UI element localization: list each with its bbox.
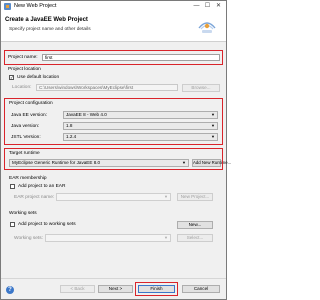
ear-project-name-label: EAR project name: [14,195,55,200]
ear-new-project-button[interactable]: New Project... [177,193,213,201]
finish-button[interactable]: Finish [138,285,175,293]
working-sets-select-button[interactable]: Select... [177,234,213,242]
help-icon[interactable]: ? [6,286,14,294]
add-to-working-sets-label: Add project to working sets [18,222,76,227]
chevron-down-icon: ▼ [211,123,215,128]
working-sets-select[interactable]: ▼ [45,234,171,242]
ear-membership-title: EAR membership [9,176,47,181]
wizard-header: Create a JavaEE Web Project Specify proj… [1,12,226,42]
java-version-select[interactable]: 1.8 ▼ [63,122,218,130]
next-button[interactable]: Next > [98,285,133,293]
working-sets-label: Working sets: [14,236,43,241]
cancel-button[interactable]: Cancel [182,285,220,293]
working-sets-new-button[interactable]: New... [177,221,213,229]
new-web-project-dialog: New Web Project — ☐ ✕ Create a JavaEE We… [0,0,231,300]
title-bar[interactable]: New Web Project — ☐ ✕ [1,1,226,12]
project-location-title: Project location [8,67,41,72]
maximize-icon[interactable]: ☐ [202,2,213,11]
add-to-working-sets-checkbox[interactable] [10,222,15,227]
chevron-down-icon: ▼ [211,134,215,139]
java-version-label: Java version: [11,124,40,129]
browse-button[interactable]: Browse... [182,84,220,92]
window-title: New Web Project [14,3,57,9]
add-to-ear-label: Add project to an EAR [18,184,66,189]
javaee-version-label: Java EE version: [11,113,47,118]
footer-separator [1,278,226,279]
add-new-runtime-button[interactable]: Add New Runtime... [192,159,231,167]
java-version-value: 1.8 [66,123,73,128]
location-label: Location: [12,85,32,90]
chevron-down-icon: ▼ [211,112,215,117]
javaee-version-select[interactable]: JavaEE 8 - Web 4.0 ▼ [63,111,218,119]
jstl-version-value: 1.2.4 [66,134,77,139]
target-runtime-value: MyEclipse Generic Runtime for JavaEE 8.0 [12,160,101,165]
target-runtime-title: Target runtime [9,151,40,156]
project-configuration-title: Project configuration [9,101,53,106]
chevron-down-icon: ▼ [164,235,168,240]
chevron-down-icon: ▼ [164,194,168,199]
back-button[interactable]: < Back [60,285,95,293]
use-default-location-checkbox[interactable]: ✓ [9,75,14,80]
close-icon[interactable]: ✕ [213,2,224,11]
chevron-down-icon: ▼ [182,160,186,165]
javaee-version-value: JavaEE 8 - Web 4.0 [66,112,107,117]
ear-project-name-select[interactable]: ▼ [56,193,171,201]
add-to-ear-checkbox[interactable] [10,184,15,189]
working-sets-title: Working sets [9,211,37,216]
wizard-subtitle: Specify project name and other details [9,27,91,32]
jstl-version-label: JSTL Version: [11,135,41,140]
javaee-logo-icon [198,22,216,33]
project-name-input[interactable]: first [42,54,220,61]
jstl-version-select[interactable]: 1.2.4 ▼ [63,133,218,141]
project-name-label: Project name: [8,55,38,60]
target-runtime-select[interactable]: MyEclipse Generic Runtime for JavaEE 8.0… [9,159,189,167]
use-default-location-label: Use default location [17,75,60,80]
minimize-icon[interactable]: — [191,2,202,11]
app-icon [4,3,11,10]
location-input[interactable]: C:\Users\windows\Workspaces\MyEclipse\fi… [36,84,178,91]
wizard-title: Create a JavaEE Web Project [5,17,88,23]
